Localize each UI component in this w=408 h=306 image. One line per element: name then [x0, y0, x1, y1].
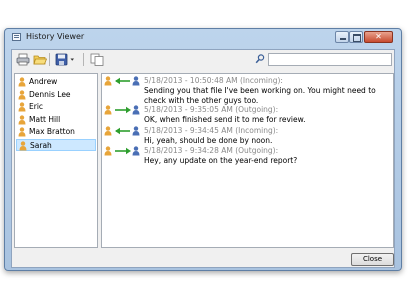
search-input[interactable] [268, 53, 392, 66]
message-timestamp: 5/18/2013 - 9:35:05 AM (Outgoing): [144, 105, 279, 114]
toolbar [12, 50, 394, 69]
printer-icon[interactable] [16, 53, 30, 66]
contact-name: Max Bratton [29, 127, 75, 136]
window-title: History Viewer [26, 32, 85, 41]
user-icon [18, 102, 26, 112]
window-client-area: Andrew Dennis Lee Eric Matt Hill Max Bratton… [11, 49, 395, 268]
save-icon[interactable] [55, 53, 77, 66]
close-button[interactable]: Close [351, 253, 394, 266]
user-icon [18, 89, 26, 100]
contact-item[interactable]: Andrew [16, 76, 96, 88]
search-icon[interactable] [255, 53, 265, 65]
contact-name: Sarah [30, 140, 52, 150]
folder-open-icon[interactable] [33, 53, 48, 66]
contacts-list[interactable]: Andrew Dennis Lee Eric Matt Hill Max Bratton… [14, 73, 98, 248]
contact-name: Eric [29, 102, 44, 111]
minimize-button[interactable] [335, 31, 349, 43]
outgoing-arrow-icon [104, 146, 140, 156]
copy-icon[interactable] [90, 53, 104, 66]
incoming-arrow-icon [104, 126, 140, 136]
message-text: Hey, any update on the year-end report? [144, 156, 298, 165]
incoming-arrow-icon [104, 76, 140, 86]
contact-item[interactable]: Matt Hill [16, 114, 96, 126]
message-timestamp: 5/18/2013 - 10:50:48 AM (Incoming): [144, 76, 283, 85]
contact-name: Andrew [29, 77, 58, 86]
contact-item[interactable]: Sarah [16, 138, 96, 151]
user-icon [18, 127, 26, 137]
toolbar-separator [49, 53, 50, 66]
contact-name: Dennis Lee [29, 89, 71, 99]
message-timestamp: 5/18/2013 - 9:34:45 AM (Incoming): [144, 126, 279, 135]
contact-item[interactable]: Max Bratton [16, 126, 96, 138]
title-bar[interactable]: History Viewer [5, 29, 401, 46]
message-text: Sending you that file I've been working … [144, 86, 376, 105]
maximize-button[interactable] [349, 31, 363, 43]
app-icon [12, 33, 21, 41]
user-icon [18, 114, 26, 125]
contact-item[interactable]: Eric [16, 101, 96, 113]
message-text: Hi, yeah, should be done by noon. [144, 136, 273, 145]
user-icon [18, 77, 26, 87]
window-close-button[interactable] [364, 31, 393, 43]
history-viewer-window: History Viewer ✕ Andrew Dennis Lee Eric … [4, 28, 402, 271]
outgoing-arrow-icon [104, 105, 140, 115]
contact-item[interactable]: Dennis Lee [16, 89, 96, 101]
toolbar-separator [83, 53, 84, 66]
contact-name: Matt Hill [29, 114, 61, 124]
message-text: OK, when finished send it to me for revi… [144, 115, 306, 124]
message-history-pane[interactable]: 5/18/2013 - 10:50:48 AM (Incoming): Sendi… [101, 73, 394, 248]
user-icon [19, 140, 27, 151]
message-timestamp: 5/18/2013 - 9:34:28 AM (Outgoing): [144, 146, 279, 155]
